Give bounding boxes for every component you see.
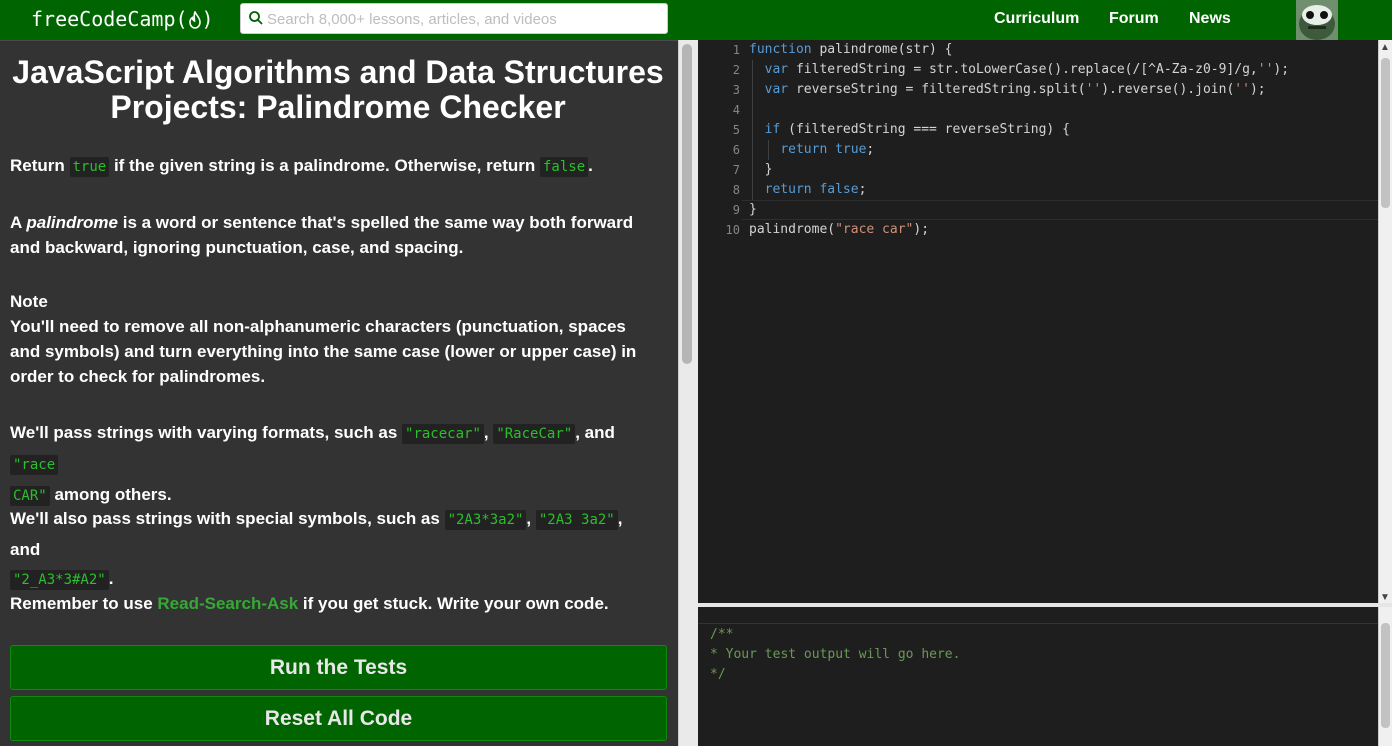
scrollbar-thumb[interactable] bbox=[682, 44, 692, 364]
search-icon bbox=[249, 11, 263, 25]
instructions-paragraph-formats: We'll pass strings with varying formats,… bbox=[10, 423, 615, 506]
code-line[interactable]: } bbox=[749, 202, 757, 217]
instructions-paragraph-symbols: We'll also pass strings with special sym… bbox=[10, 509, 623, 590]
run-tests-button[interactable]: Run the Tests bbox=[10, 645, 667, 690]
instructions-paragraph-palindrome: A palindrome is a word or sentence that'… bbox=[10, 213, 634, 257]
line-number: 4 bbox=[732, 103, 740, 117]
line-number: 2 bbox=[732, 63, 740, 77]
challenge-title: JavaScript Algorithms and Data Structure… bbox=[12, 54, 664, 125]
line-number: 5 bbox=[732, 123, 740, 137]
search-input[interactable] bbox=[267, 8, 662, 30]
code-editor[interactable]: 1 function palindrome(str) { 2 var filtere… bbox=[698, 40, 1378, 606]
note-text: You'll need to remove all non-alphanumer… bbox=[10, 317, 637, 386]
description-scrollbar[interactable] bbox=[678, 40, 698, 746]
editor-scrollbar[interactable] bbox=[1378, 40, 1392, 606]
output-scrollbar[interactable] bbox=[1378, 607, 1392, 746]
line-number: 10 bbox=[725, 223, 740, 237]
flame-icon bbox=[188, 11, 201, 29]
reset-code-button[interactable]: Reset All Code bbox=[10, 696, 667, 741]
code-line[interactable]: var filteredString = str.toLowerCase().r… bbox=[749, 62, 1289, 77]
nav-link-curriculum[interactable]: Curriculum bbox=[994, 10, 1079, 28]
read-search-ask-link[interactable]: Read-Search-Ask bbox=[157, 594, 298, 613]
line-number: 7 bbox=[732, 163, 740, 177]
navbar: freeCodeCamp() Curriculum Forum News bbox=[0, 0, 1392, 40]
line-number: 6 bbox=[732, 143, 740, 157]
current-line-highlight bbox=[742, 200, 1378, 220]
scrollbar-thumb[interactable] bbox=[1381, 58, 1390, 208]
code-line[interactable]: var reverseString = filteredString.split… bbox=[749, 82, 1266, 97]
search-box[interactable] bbox=[240, 3, 668, 34]
line-number: 1 bbox=[732, 43, 740, 57]
test-output-panel: /** * Your test output will go here. */ bbox=[698, 607, 1378, 746]
code-line[interactable]: function palindrome(str) { bbox=[749, 42, 953, 57]
scroll-up-icon[interactable]: ▲ bbox=[1380, 42, 1390, 53]
code-line[interactable]: palindrome("race car"); bbox=[749, 222, 929, 237]
instructions-paragraph-help: Remember to use Read-Search-Ask if you g… bbox=[10, 594, 609, 613]
avatar[interactable] bbox=[1296, 0, 1338, 40]
output-line: */ bbox=[710, 667, 726, 682]
line-number: 3 bbox=[732, 83, 740, 97]
challenge-description-pane: JavaScript Algorithms and Data Structure… bbox=[0, 40, 678, 746]
scrollbar-thumb[interactable] bbox=[1381, 623, 1390, 728]
code-line[interactable]: if (filteredString === reverseString) { bbox=[749, 122, 1070, 137]
output-line: * Your test output will go here. bbox=[710, 647, 961, 662]
line-number: 8 bbox=[732, 183, 740, 197]
note-heading: Note bbox=[10, 292, 48, 311]
nav-link-forum[interactable]: Forum bbox=[1109, 10, 1159, 28]
output-line: /** bbox=[710, 627, 734, 642]
code-line[interactable]: return true; bbox=[749, 142, 874, 157]
line-number: 9 bbox=[732, 203, 740, 217]
code-line[interactable]: } bbox=[749, 162, 773, 177]
brand-logo[interactable]: freeCodeCamp() bbox=[31, 7, 214, 31]
instructions-paragraph-return: Return true if the given string is a pal… bbox=[10, 156, 593, 177]
nav-link-news[interactable]: News bbox=[1189, 10, 1231, 28]
code-line[interactable]: return false; bbox=[749, 182, 867, 197]
scroll-down-icon[interactable]: ▼ bbox=[1380, 592, 1390, 603]
